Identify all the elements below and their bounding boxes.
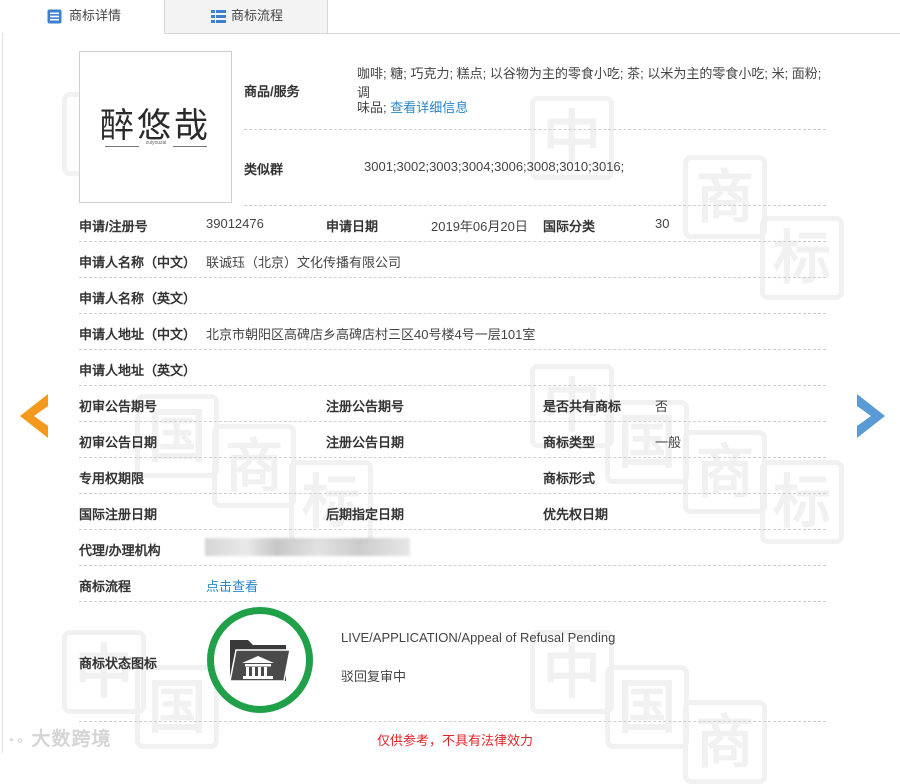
apply-date-label: 申请日期 — [326, 219, 379, 234]
flow-grid-icon — [211, 10, 226, 23]
trademark-logo-image[interactable]: 醉悠哉 zuiyouzai — [79, 51, 232, 203]
similar-group-value: 3001;3002;3003;3004;3006;3008;3010;3016; — [364, 159, 625, 174]
priority-date-label: 优先权日期 — [543, 507, 609, 522]
goods-services-value: 味品; 查看详细信息 — [357, 97, 468, 116]
tm-type-value: 一般 — [655, 435, 682, 450]
divider — [79, 493, 826, 494]
divider — [79, 313, 826, 314]
status-badge — [207, 607, 313, 713]
tab-label: 商标流程 — [231, 8, 284, 23]
divider — [79, 529, 826, 530]
divider — [244, 129, 826, 130]
goods-services-label: 商品/服务 — [244, 84, 300, 99]
status-english: LIVE/APPLICATION/Appeal of Refusal Pendi… — [341, 630, 616, 645]
address-en-label: 申请人地址（英文） — [79, 363, 197, 378]
exclusive-period-label: 专用权期限 — [79, 471, 145, 486]
status-icon-label: 商标状态图标 — [79, 656, 158, 671]
similar-group-label: 类似群 — [244, 162, 284, 177]
brand-logo-icon: ◔∘ — [6, 732, 26, 748]
status-chinese: 驳回复审中 — [341, 669, 407, 684]
next-arrow-icon[interactable] — [855, 394, 885, 438]
divider — [79, 601, 826, 602]
divider — [79, 349, 826, 350]
later-designation-label: 后期指定日期 — [326, 507, 405, 522]
reg-no-label: 申请/注册号 — [79, 219, 148, 234]
divider — [79, 277, 826, 278]
brand-text: 大数跨境 — [31, 729, 112, 750]
disclaimer-text: 仅供参考，不具有法律效力 — [377, 733, 534, 748]
tab-trademark-detail[interactable]: 商标详情 — [0, 0, 165, 34]
tab-trademark-flow[interactable]: 商标流程 — [165, 0, 328, 33]
tm-type-label: 商标类型 — [543, 435, 596, 450]
intl-class-label: 国际分类 — [543, 219, 596, 234]
tab-label: 商标详情 — [69, 8, 122, 23]
apply-date-value: 2019年06月20日 — [431, 219, 528, 234]
goods-services-line2: 味品; — [357, 100, 387, 115]
agency-value-redacted — [205, 538, 410, 556]
goods-services-line1: 咖啡; 糖; 巧克力; 糕点; 以谷物为主的零食小吃; 茶; 以米为主的零食小吃… — [357, 66, 822, 100]
applicant-cn-label: 申请人名称（中文） — [79, 255, 197, 270]
address-cn-value: 北京市朝阳区高碑店乡高碑店村三区40号楼4号一层101室 — [206, 327, 536, 342]
click-view-link[interactable]: 点击查看 — [206, 576, 258, 595]
logo-rule — [105, 146, 139, 147]
applicant-cn-value: 联诚珏（北京）文化传播有限公司 — [206, 255, 402, 270]
divider — [79, 421, 826, 422]
prev-arrow-icon[interactable] — [20, 394, 50, 438]
detail-list-icon — [47, 9, 62, 24]
agency-label: 代理/办理机构 — [79, 543, 161, 558]
tm-form-label: 商标形式 — [543, 471, 596, 486]
corner-brand-watermark: ◔∘ 大数跨境 — [6, 724, 112, 751]
divider — [79, 457, 826, 458]
reg-issue-label: 注册公告期号 — [326, 399, 405, 414]
view-details-link[interactable]: 查看详细信息 — [390, 100, 468, 115]
reg-no-value: 39012476 — [206, 216, 264, 231]
logo-rule — [173, 146, 207, 147]
divider — [79, 241, 826, 242]
logo-subtext: zuiyouzai — [145, 140, 167, 146]
folder-court-icon — [229, 640, 291, 682]
shared-tm-label: 是否共有商标 — [543, 399, 622, 414]
shared-tm-value: 否 — [655, 399, 669, 414]
divider — [79, 385, 826, 386]
divider — [79, 721, 826, 722]
divider — [244, 205, 826, 206]
tm-process-label: 商标流程 — [79, 579, 132, 594]
prelim-date-label: 初审公告日期 — [79, 435, 158, 450]
applicant-en-label: 申请人名称（英文） — [79, 291, 197, 306]
reg-date-label: 注册公告日期 — [326, 435, 405, 450]
intl-class-value: 30 — [655, 216, 670, 231]
address-cn-label: 申请人地址（中文） — [79, 327, 197, 342]
intl-reg-date-label: 国际注册日期 — [79, 507, 158, 522]
tab-bar: 商标详情 商标流程 — [0, 0, 900, 34]
prelim-issue-label: 初审公告期号 — [79, 399, 158, 414]
divider — [79, 565, 826, 566]
